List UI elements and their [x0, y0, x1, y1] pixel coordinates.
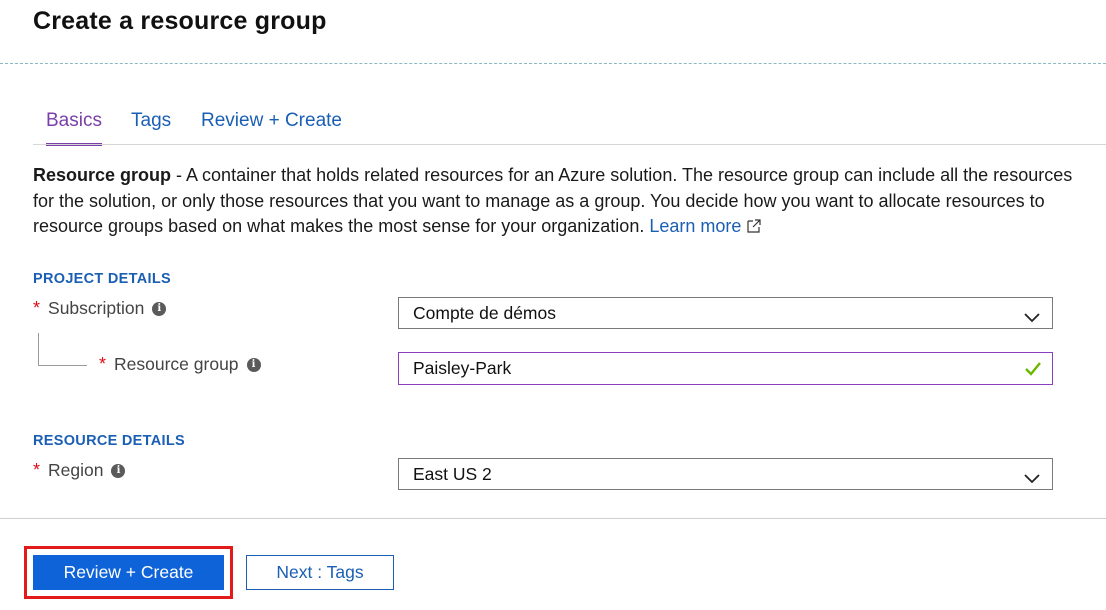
tab-basics[interactable]: Basics — [46, 106, 102, 146]
description: Resource group - A container that holds … — [33, 163, 1073, 241]
required-marker: * — [99, 354, 107, 374]
subscription-label: Subscription — [48, 298, 145, 318]
info-icon[interactable]: i — [246, 357, 261, 372]
chevron-down-icon — [1024, 307, 1040, 328]
subscription-label-row: * Subscription i — [33, 298, 167, 319]
required-marker: * — [33, 298, 41, 318]
tab-divider — [33, 144, 1106, 145]
tab-tags-label: Tags — [131, 110, 172, 131]
header-divider — [0, 63, 1106, 64]
info-icon[interactable]: i — [152, 301, 167, 316]
description-text: - A container that holds related resourc… — [33, 165, 1073, 236]
region-value: East US 2 — [413, 463, 492, 484]
external-link-icon — [747, 215, 762, 241]
description-term: Resource group — [33, 165, 172, 185]
tree-connector — [38, 333, 87, 366]
learn-more-label: Learn more — [649, 216, 742, 236]
footer-divider — [0, 518, 1106, 519]
resource-group-label: Resource group — [114, 354, 239, 374]
region-dropdown[interactable]: East US 2 — [398, 458, 1053, 490]
review-create-button[interactable]: Review + Create — [33, 555, 224, 590]
project-details-heading: PROJECT DETAILS — [33, 271, 171, 287]
region-label: Region — [48, 460, 104, 480]
info-icon[interactable]: i — [111, 463, 126, 478]
resource-details-heading: RESOURCE DETAILS — [33, 433, 185, 449]
learn-more-link[interactable]: Learn more — [649, 216, 762, 236]
subscription-dropdown[interactable]: Compte de démos — [398, 297, 1053, 329]
resource-group-value: Paisley-Park — [413, 358, 512, 378]
tab-review-create[interactable]: Review + Create — [201, 106, 342, 140]
page-title: Create a resource group — [33, 7, 327, 35]
required-marker: * — [33, 460, 41, 480]
resource-group-input[interactable]: Paisley-Park — [398, 352, 1053, 385]
tab-tags[interactable]: Tags — [131, 106, 171, 140]
tab-basics-label: Basics — [46, 110, 102, 131]
tab-review-create-label: Review + Create — [201, 110, 342, 131]
subscription-value: Compte de démos — [413, 302, 556, 323]
checkmark-icon — [1024, 361, 1042, 382]
resource-group-label-row: * Resource group i — [99, 354, 261, 375]
next-tags-button[interactable]: Next : Tags — [246, 555, 394, 590]
region-label-row: * Region i — [33, 460, 126, 481]
chevron-down-icon — [1024, 468, 1040, 489]
